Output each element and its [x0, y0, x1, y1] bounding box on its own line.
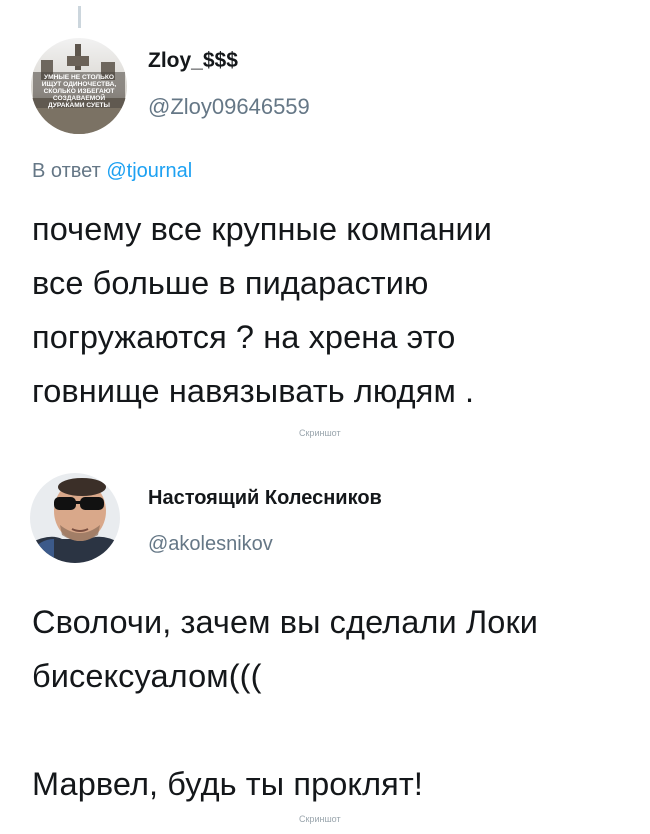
- avatar[interactable]: [30, 473, 120, 563]
- avatar-quote-line: СКОЛЬКО ИЗБЕГАЮТ: [44, 88, 115, 95]
- author-display-name[interactable]: Zloy_$$$: [148, 49, 238, 73]
- reply-context: В ответ @tjournal: [32, 160, 192, 183]
- author-display-name[interactable]: Настоящий Колесников: [148, 487, 382, 510]
- screenshot-watermark: Скриншот: [299, 814, 341, 824]
- reply-mention-link[interactable]: @tjournal: [106, 160, 192, 182]
- author-handle[interactable]: @akolesnikov: [148, 533, 273, 556]
- avatar-quote-line: СОЗДАВАЕМОЙ: [53, 93, 106, 102]
- author-handle[interactable]: @Zloy09646559: [148, 94, 310, 120]
- tweet-text: почему все крупные компании все больше в…: [32, 211, 493, 409]
- avatar-image-person: [30, 473, 120, 563]
- avatar-quote-line: ИЩУТ ОДИНОЧЕСТВА,: [42, 81, 117, 88]
- screenshot-watermark: Скриншот: [299, 428, 341, 438]
- avatar-quote-line: УМНЫЕ НЕ СТОЛЬКО: [44, 74, 114, 81]
- thread-connector-line: [78, 6, 81, 28]
- avatar-quote-line: ДУРАКАМИ СУЕТЫ: [48, 102, 111, 109]
- tweet-text: Сволочи, зачем вы сделали Локи бисексуал…: [32, 604, 539, 802]
- avatar-image-quote: УМНЫЕ НЕ СТОЛЬКО ИЩУТ ОДИНОЧЕСТВА, СКОЛЬ…: [31, 38, 127, 134]
- reply-prefix: В ответ: [32, 160, 107, 182]
- avatar[interactable]: УМНЫЕ НЕ СТОЛЬКО ИЩУТ ОДИНОЧЕСТВА, СКОЛЬ…: [31, 38, 127, 134]
